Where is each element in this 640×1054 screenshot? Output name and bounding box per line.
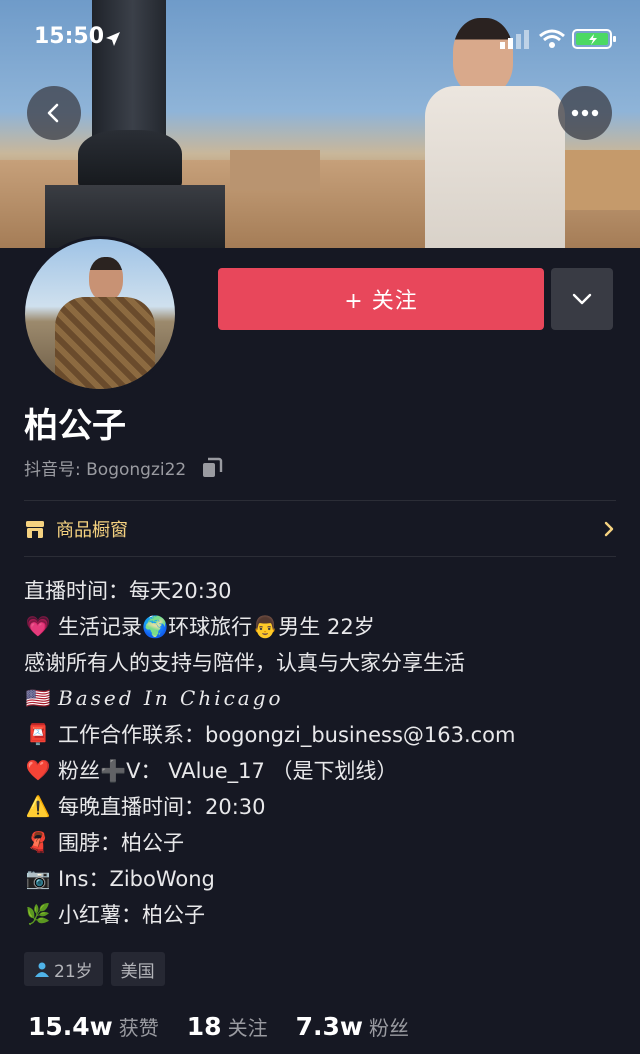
following-stat[interactable]: 18 关注 <box>187 1012 268 1041</box>
battery-icon <box>572 29 616 49</box>
signal-icon <box>500 30 529 49</box>
location-arrow-icon <box>106 32 120 46</box>
person-icon <box>35 962 49 977</box>
recommend-dropdown-button[interactable] <box>551 268 613 330</box>
heart-emoji-icon: 💗 <box>25 614 51 638</box>
wifi-icon <box>539 29 565 48</box>
bio-line: 🧣 围脖：柏公子 <box>25 830 184 855</box>
divider <box>24 556 616 557</box>
chevron-down-icon <box>572 293 592 305</box>
profile-name: 柏公子 <box>24 406 126 446</box>
chevron-right-icon <box>604 521 614 537</box>
bio-line: ⚠️ 每晚直播时间：20:30 <box>25 794 266 819</box>
fans-stat[interactable]: 7.3w 粉丝 <box>296 1012 409 1041</box>
more-options-button[interactable] <box>558 86 612 140</box>
chevron-left-icon <box>47 103 59 123</box>
bio-line: 📷 Ins：ZiboWong <box>25 866 215 891</box>
bio-line: 🇺🇸 Based In Chicago <box>25 686 284 710</box>
shop-icon <box>26 521 44 538</box>
scarf-icon: 🧣 <box>25 830 51 854</box>
follow-button[interactable]: + 关注 <box>218 268 544 330</box>
bio-line: 💗 生活记录🌍环球旅行👨男生 22岁 <box>25 614 375 639</box>
shop-window-row[interactable]: 商品橱窗 <box>24 506 616 552</box>
profile-stats: 15.4w 获赞 18 关注 7.3w 粉丝 <box>28 1012 409 1041</box>
bio-line: 直播时间：每天20:30 <box>24 579 232 603</box>
copy-icon[interactable] <box>200 456 224 480</box>
red-heart-icon: ❤️ <box>25 758 51 782</box>
leaf-icon: 🌿 <box>25 902 51 926</box>
avatar[interactable] <box>22 236 178 392</box>
ellipsis-icon <box>571 109 599 117</box>
bio-line: 感谢所有人的支持与陪伴，认真与大家分享生活 <box>24 651 465 675</box>
bio-line: 🌿 小红薯：柏公子 <box>25 902 205 927</box>
status-time: 15:50 <box>34 24 105 49</box>
mailbox-icon: 📮 <box>25 722 51 746</box>
douyin-id-row: 抖音号: Bogongzi22 <box>24 455 224 480</box>
bio-line: ❤️ 粉丝➕V： VAlue_17 （是下划线） <box>25 758 398 783</box>
camera-icon: 📷 <box>25 866 51 890</box>
age-tag: 21岁 <box>24 952 103 986</box>
region-tag: 美国 <box>110 952 165 986</box>
banner-person <box>425 18 565 248</box>
shop-window-label: 商品橱窗 <box>56 520 128 541</box>
douyin-id-text: 抖音号: Bogongzi22 <box>24 460 187 480</box>
bio-line: 📮 工作合作联系：bogongzi_business@163.com <box>25 722 516 747</box>
warning-icon: ⚠️ <box>25 794 51 818</box>
profile-tags: 21岁 美国 <box>24 952 165 986</box>
us-flag-icon: 🇺🇸 <box>25 686 51 710</box>
bio-section: 直播时间：每天20:30 💗 生活记录🌍环球旅行👨男生 22岁 感谢所有人的支持与… <box>24 572 624 932</box>
likes-stat[interactable]: 15.4w 获赞 <box>28 1012 159 1041</box>
divider <box>24 500 616 501</box>
back-button[interactable] <box>27 86 81 140</box>
